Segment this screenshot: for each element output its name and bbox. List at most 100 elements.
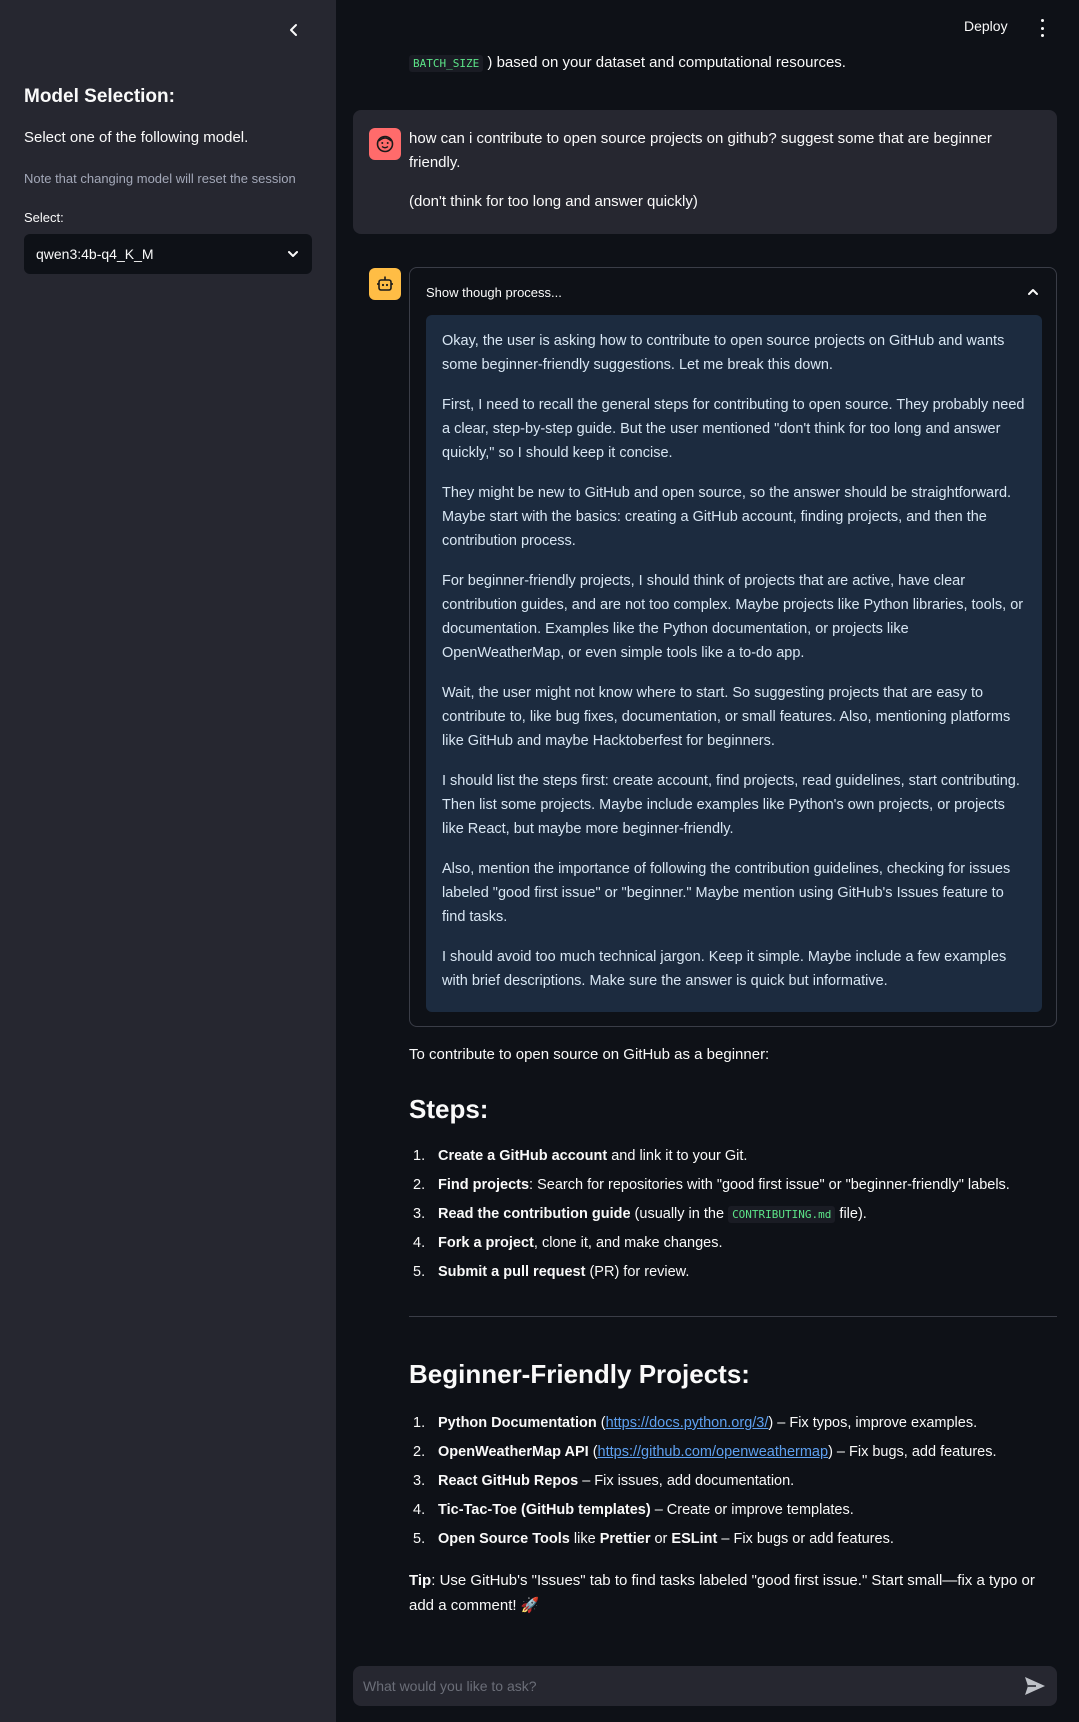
item-bold: Create a GitHub account: [438, 1148, 608, 1164]
item-bold: OpenWeatherMap API: [438, 1444, 589, 1460]
item-text: – Fix issues, add documentation.: [578, 1473, 795, 1489]
previous-message-text: ) based on your dataset and computationa…: [487, 54, 846, 71]
divider: [409, 1316, 1057, 1317]
thought-process-content: Okay, the user is asking how to contribu…: [426, 315, 1042, 1012]
assistant-avatar: [369, 268, 401, 300]
chevron-up-icon: [1028, 289, 1038, 295]
inline-code: CONTRIBUTING.md: [728, 1206, 836, 1223]
item-bold: React GitHub Repos: [438, 1473, 579, 1489]
sidebar-note: Note that changing model will reset the …: [24, 171, 296, 186]
model-select-value: qwen3:4b-q4_K_M: [36, 246, 154, 262]
face-icon: [376, 135, 394, 153]
tip-label: Tip: [409, 1572, 432, 1589]
item-number: 5.: [413, 1531, 426, 1547]
steps-list: 1. Create a GitHub account and link it to…: [409, 1142, 1059, 1287]
item-bold: Fork a project: [438, 1235, 534, 1251]
sidebar-subtitle: Select one of the following model.: [24, 129, 249, 146]
list-item: 3. Read the contribution guide (usually i…: [409, 1200, 1059, 1229]
inline-code: BATCH_SIZE: [409, 55, 484, 72]
previous-message-tail: BATCH_SIZE ) based on your dataset and c…: [409, 54, 846, 72]
item-number: 5.: [413, 1264, 426, 1280]
thought-process-label: Show though process...: [426, 284, 562, 300]
sidebar: Model Selection: Select one of the follo…: [0, 0, 336, 1722]
list-item: 5. Submit a pull request (PR) for review.: [409, 1258, 1059, 1287]
item-text: (usually in the: [630, 1206, 729, 1222]
item-bold: Read the contribution guide: [438, 1206, 631, 1222]
item-text: (PR) for review.: [585, 1264, 690, 1280]
user-message: how can i contribute to open source proj…: [353, 110, 1057, 234]
sidebar-title: Model Selection:: [24, 86, 175, 107]
list-item: 1. Python Documentation (https://docs.pyt…: [409, 1409, 1059, 1438]
item-number: 2.: [413, 1444, 426, 1460]
chevron-down-icon: [288, 251, 298, 257]
user-message-line2: (don't think for too long and answer qui…: [409, 193, 698, 210]
list-item: 4. Tic-Tac-Toe (GitHub templates) – Creat…: [409, 1496, 1059, 1525]
item-text: like: [569, 1531, 600, 1547]
item-number: 1.: [413, 1415, 426, 1431]
list-item: 4. Fork a project, clone it, and make cha…: [409, 1229, 1059, 1258]
item-number: 3.: [413, 1206, 426, 1222]
item-text: , clone it, and make changes.: [533, 1235, 723, 1251]
python-docs-link[interactable]: https://docs.python.org/3/: [606, 1415, 769, 1431]
list-item: 1. Create a GitHub account and link it to…: [409, 1142, 1059, 1171]
item-bold: Prettier: [599, 1531, 651, 1547]
steps-heading: Steps:: [409, 1094, 489, 1124]
list-item: 5. Open Source Tools like Prettier or ESL…: [409, 1525, 1059, 1554]
item-text: and link it to your Git.: [607, 1148, 748, 1164]
item-bold: ESLint: [671, 1531, 718, 1547]
item-text: – Create or improve templates.: [650, 1502, 854, 1518]
thought-paragraph: First, I need to recall the general step…: [442, 397, 1025, 461]
user-avatar: [369, 128, 401, 160]
chat-input-bar: [353, 1666, 1057, 1706]
main-menu-button[interactable]: [1034, 16, 1050, 40]
list-item: 2. Find projects: Search for repositories…: [409, 1171, 1059, 1200]
item-number: 4.: [413, 1235, 426, 1251]
list-item: 3. React GitHub Repos – Fix issues, add d…: [409, 1467, 1059, 1496]
thought-paragraph: Also, mention the importance of followin…: [442, 861, 1011, 925]
dot: [1040, 34, 1044, 37]
openweathermap-link[interactable]: https://github.com/openweathermap: [598, 1444, 829, 1460]
thought-paragraph: They might be new to GitHub and open sou…: [442, 485, 1012, 549]
robot-icon: [377, 276, 393, 291]
thought-paragraph: Wait, the user might not know where to s…: [442, 685, 1011, 749]
item-text: or: [650, 1531, 672, 1547]
item-text: : Search for repositories with "good fir…: [529, 1177, 1010, 1193]
item-text: ) – Fix bugs, add features.: [828, 1444, 997, 1460]
item-bold: Submit a pull request: [438, 1264, 586, 1280]
projects-heading: Beginner-Friendly Projects:: [409, 1359, 750, 1389]
thought-process-toggle[interactable]: Show though process...: [426, 280, 1040, 304]
projects-list: 1. Python Documentation (https://docs.pyt…: [409, 1409, 1059, 1554]
send-icon[interactable]: [1023, 1675, 1047, 1697]
chat-input[interactable]: [353, 1666, 993, 1706]
list-item: 2. OpenWeatherMap API (https://github.com…: [409, 1438, 1059, 1467]
thought-paragraph: For beginner-friendly projects, I should…: [442, 573, 1024, 661]
deploy-button[interactable]: Deploy: [964, 18, 1008, 34]
item-bold: Find projects: [438, 1177, 530, 1193]
item-text: (: [596, 1415, 606, 1431]
item-number: 1.: [413, 1148, 426, 1164]
model-select[interactable]: qwen3:4b-q4_K_M: [24, 234, 312, 274]
tip-body: : Use GitHub's "Issues" tab to find task…: [409, 1572, 1035, 1614]
answer-intro: To contribute to open source on GitHub a…: [409, 1046, 770, 1063]
select-label: Select:: [24, 210, 64, 225]
item-bold: Tic-Tac-Toe (GitHub templates): [438, 1502, 651, 1518]
thought-paragraph: I should list the steps first: create ac…: [442, 773, 1020, 837]
item-text: – Fix bugs or add features.: [717, 1531, 894, 1547]
collapse-sidebar-button[interactable]: [282, 18, 306, 42]
chevron-left-icon: [290, 24, 297, 36]
item-number: 4.: [413, 1502, 426, 1518]
item-text: (: [588, 1444, 598, 1460]
item-text: file).: [835, 1206, 867, 1222]
item-bold: Open Source Tools: [438, 1531, 570, 1547]
thought-process-expander: Show though process... Okay, the user is…: [409, 267, 1057, 1027]
item-bold: Python Documentation: [438, 1415, 597, 1431]
thought-paragraph: I should avoid too much technical jargon…: [442, 949, 1007, 989]
item-text: ) – Fix typos, improve examples.: [768, 1415, 978, 1431]
dot: [1040, 19, 1044, 22]
dot: [1040, 26, 1044, 30]
thought-paragraph: Okay, the user is asking how to contribu…: [442, 333, 1005, 373]
item-number: 2.: [413, 1177, 426, 1193]
tip-text: Tip: Use GitHub's "Issues" tab to find t…: [409, 1568, 1049, 1618]
user-message-line1: how can i contribute to open source proj…: [409, 130, 992, 171]
item-number: 3.: [413, 1473, 426, 1489]
